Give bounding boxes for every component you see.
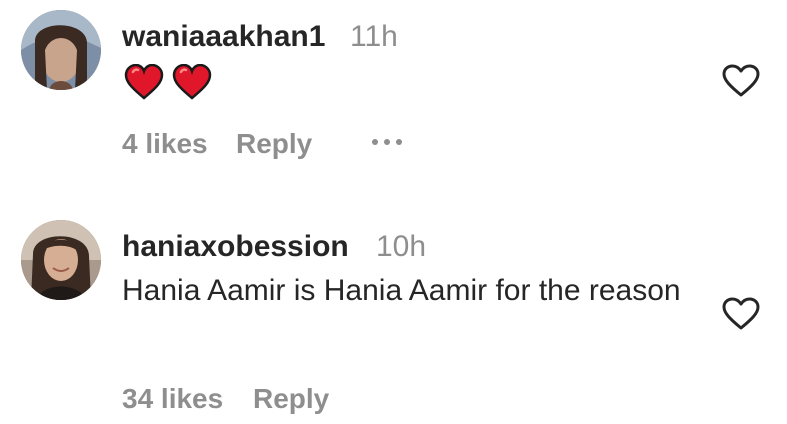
dot [372, 139, 378, 145]
comment-item: haniaxobession 10h Hania Aamir is Hania … [0, 200, 787, 424]
comment-emoji-text [124, 64, 212, 100]
likes-count[interactable]: 34 likes [122, 383, 223, 415]
comment-item: waniaaakhan1 11h 4 likes Reply [0, 0, 787, 200]
heart-outline-icon[interactable] [721, 63, 761, 99]
comment-username[interactable]: waniaaakhan1 [122, 20, 325, 54]
comment-timestamp[interactable]: 11h [350, 20, 398, 54]
reply-button[interactable]: Reply [253, 383, 329, 415]
likes-count[interactable]: 4 likes [122, 128, 208, 160]
avatar[interactable] [21, 10, 101, 90]
dot [384, 139, 390, 145]
dot [396, 139, 402, 145]
heart-outline-icon[interactable] [721, 296, 761, 332]
red-heart-emoji-icon [172, 64, 212, 100]
user-avatar-icon [21, 10, 101, 90]
avatar[interactable] [21, 220, 101, 300]
red-heart-emoji-icon [124, 64, 164, 100]
comment-text: Hania Aamir is Hania Aamir for the reaso… [122, 274, 681, 307]
comment-username[interactable]: haniaxobession [122, 230, 349, 264]
more-options-icon[interactable] [372, 139, 402, 145]
user-avatar-icon [21, 220, 101, 300]
reply-button[interactable]: Reply [236, 128, 312, 160]
comment-timestamp[interactable]: 10h [376, 230, 426, 264]
